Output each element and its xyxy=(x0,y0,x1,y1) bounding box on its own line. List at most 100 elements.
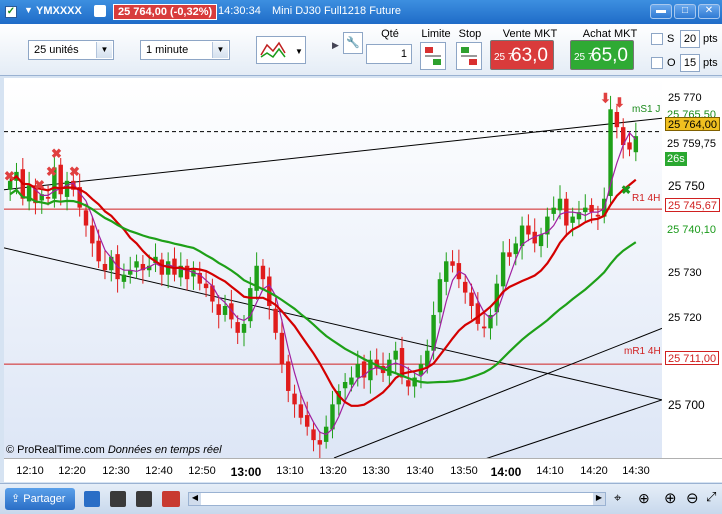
maximize-button[interactable]: □ xyxy=(674,4,696,19)
indicators-button[interactable]: ▼ xyxy=(256,36,306,64)
layout-icon[interactable] xyxy=(136,491,152,507)
cross-marker: ✖ xyxy=(51,146,62,161)
cross-marker: ✖ xyxy=(69,164,80,179)
symbol-label[interactable]: YMXXXX xyxy=(36,5,82,17)
stop-order-icon xyxy=(461,47,477,65)
candle-timer-tag: 26s xyxy=(665,152,687,166)
limit-order-button[interactable] xyxy=(420,42,446,70)
candle-body xyxy=(500,252,506,287)
candle-body xyxy=(551,207,556,214)
sell-arrow-marker: ⬇ xyxy=(600,90,611,105)
chart-indicator-icon: ▼ xyxy=(260,41,303,59)
limit-order-icon xyxy=(425,47,441,65)
candle-body xyxy=(589,204,594,213)
collapse-arrow-icon[interactable]: ▶ xyxy=(332,40,339,51)
candle-body xyxy=(216,304,221,315)
price-tick: 25 700 xyxy=(668,398,705,412)
candle-body xyxy=(317,440,323,445)
candle-body xyxy=(45,196,51,199)
indicators-icon[interactable] xyxy=(110,491,126,507)
s-points-input[interactable]: 20 xyxy=(680,30,700,48)
close-button[interactable]: ✕ xyxy=(698,4,720,19)
buy-price-main: 65,0 xyxy=(591,45,628,66)
zoom-in-icon[interactable]: ⊕ xyxy=(664,489,677,507)
units-select-value: 25 unités xyxy=(34,44,79,56)
fullscreen-icon[interactable]: ⤢ xyxy=(706,489,716,505)
wrench-icon[interactable]: 🔧 xyxy=(343,32,363,54)
orders-icon[interactable] xyxy=(162,491,180,507)
zoom-area-icon[interactable]: ⊕ xyxy=(638,490,650,507)
zoom-out-icon[interactable]: ⊖ xyxy=(686,489,699,507)
time-tick: 13:10 xyxy=(276,465,304,477)
scroll-left-icon[interactable]: ◀ xyxy=(189,493,201,505)
time-tick: 14:10 xyxy=(536,465,564,477)
sell-market-button[interactable]: 25 7 63,0 xyxy=(490,40,554,70)
candle-body xyxy=(444,261,449,282)
candle-body xyxy=(481,326,487,329)
candle-body xyxy=(595,214,601,217)
s-label: S xyxy=(667,33,675,45)
qty-input[interactable]: 1 xyxy=(366,44,412,64)
candle-body xyxy=(134,261,139,268)
candle-body xyxy=(614,111,620,128)
candle-body xyxy=(583,207,588,213)
time-tick: 12:20 xyxy=(58,465,86,477)
candle-body xyxy=(102,263,108,271)
watermark-brand: © ProRealTime.com xyxy=(6,444,105,456)
stop-order-button[interactable] xyxy=(456,42,482,70)
dropdown-arrow-icon[interactable]: ▼ xyxy=(24,5,33,15)
instrument-label: Mini DJ30 Full1218 Future xyxy=(272,5,402,17)
window-checkbox[interactable]: ✓ xyxy=(5,6,17,18)
title-bar: ✓ ▼ YMXXXX 25 764,00 (-0,32%) 14:30:34 M… xyxy=(0,0,722,24)
time-tick: 13:20 xyxy=(319,465,347,477)
time-tick: 14:30 xyxy=(622,465,650,477)
candle-body xyxy=(184,265,190,280)
ma-price-tag: 25 759,75 xyxy=(667,138,716,150)
candle-body xyxy=(462,281,468,293)
price-tick: 25 770 xyxy=(668,92,702,104)
sell-label: Vente MKT xyxy=(502,28,558,40)
scroll-right-icon[interactable]: ▶ xyxy=(593,493,605,505)
candle-body xyxy=(260,265,266,280)
candle-body xyxy=(450,261,455,266)
chart-scrollbar[interactable]: ▶ ◀ xyxy=(188,492,606,506)
magnet-icon[interactable]: ⌖ xyxy=(614,490,630,508)
price-tick: 25 720 xyxy=(668,312,702,324)
time-tick: 14:00 xyxy=(490,465,522,479)
sell-arrow-marker: ⬇ xyxy=(614,95,625,110)
cross-marker: ✖ xyxy=(34,177,45,192)
o-points-input[interactable]: 15 xyxy=(680,54,700,72)
price-tick: 25 730 xyxy=(668,267,702,279)
o-checkbox[interactable] xyxy=(651,57,663,69)
candle-body xyxy=(64,180,70,197)
interval-select[interactable]: 1 minute ▼ xyxy=(140,40,230,60)
price-chart[interactable]: ✖ ✖ ✖ ✖ ✖ ✖ ⬇ ⬇ © ProRealTime.com Données en te… xyxy=(4,78,662,458)
drawing-tools-icon[interactable] xyxy=(84,491,100,507)
time-tick: 12:30 xyxy=(102,465,130,477)
share-button[interactable]: ⇪ Partager xyxy=(5,488,75,510)
o-pts-label: pts xyxy=(703,57,718,69)
candle-body xyxy=(273,308,278,333)
r1-price-tag: 25 745,67 xyxy=(665,198,720,212)
chevron-down-icon: ▼ xyxy=(96,42,112,58)
chart-canvas[interactable]: ✖✖✖ ✖✖ ✖⬇ ⬇ xyxy=(4,78,662,458)
candle-body xyxy=(475,303,481,324)
time-tick: 12:10 xyxy=(16,465,44,477)
ms1-label: mS1 J xyxy=(632,104,661,115)
time-tick: 13:30 xyxy=(362,465,390,477)
watermark: © ProRealTime.com Données en temps réel xyxy=(6,444,222,456)
candle-body xyxy=(96,240,101,262)
price-badge: 25 764,00 (-0,32%) xyxy=(113,4,218,20)
window-menu-button[interactable]: ▬ xyxy=(650,4,672,19)
time-tick: 14:20 xyxy=(580,465,608,477)
s-checkbox[interactable] xyxy=(651,33,663,45)
candle-body xyxy=(557,198,563,211)
units-select[interactable]: 25 unités ▼ xyxy=(28,40,114,60)
time-axis: 12:10 12:20 12:30 12:40 12:50 13:00 13:10 13:20… xyxy=(4,458,722,482)
mr1-label: mR1 4H xyxy=(624,346,661,357)
candle-body xyxy=(406,380,411,387)
svg-text:▼: ▼ xyxy=(295,47,303,56)
buy-market-button[interactable]: 25 7 65,0 xyxy=(570,40,634,70)
settings-icon[interactable] xyxy=(94,5,106,17)
candle-body xyxy=(222,306,228,315)
